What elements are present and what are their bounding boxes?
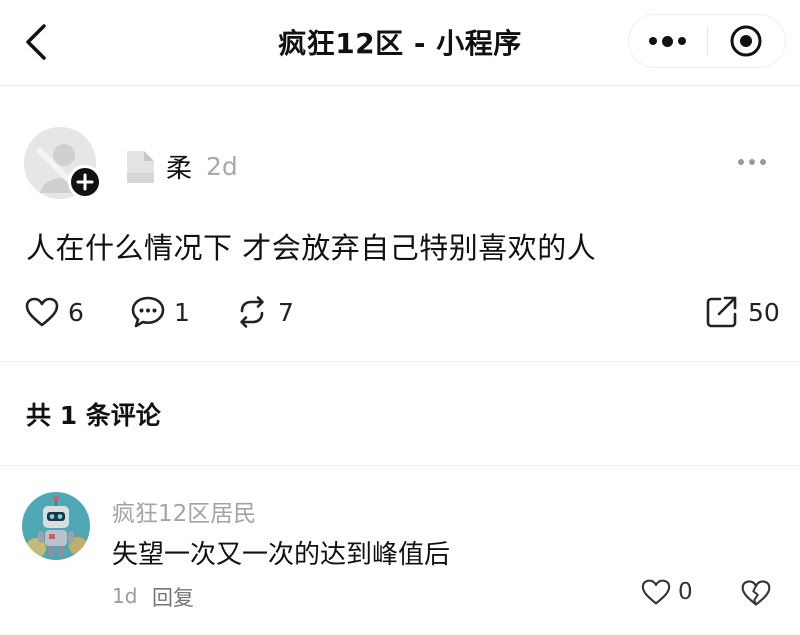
like-count: 6 (68, 297, 84, 327)
follow-plus-icon (76, 173, 94, 191)
broken-heart-icon (741, 580, 771, 606)
more-dots-icon (649, 35, 687, 47)
share-button[interactable]: 50 (704, 292, 780, 332)
post-more-button[interactable] (738, 155, 772, 169)
author-name[interactable]: 柔 (166, 148, 192, 185)
repost-button[interactable]: 7 (234, 292, 294, 332)
comment-time: 1d (112, 584, 138, 608)
comment-count: 1 (174, 297, 190, 327)
comment-button[interactable]: 1 (130, 292, 190, 332)
repost-icon (240, 296, 264, 328)
robot-avatar-image (22, 492, 90, 560)
comment-total: 共 1 条评论 (26, 401, 161, 430)
post-card: 柔 2d 人在什么情况下 才会放弃自己特别喜欢的人 6 1 7 50 (0, 87, 800, 361)
post-time: 2d (206, 151, 238, 181)
author-info: 柔 2d (124, 147, 238, 185)
close-target-icon (730, 25, 762, 57)
like-button[interactable]: 6 (24, 292, 84, 332)
reply-button[interactable]: 回复 (152, 582, 194, 612)
share-count: 50 (748, 297, 780, 327)
post-content: 人在什么情况下 才会放弃自己特别喜欢的人 (26, 231, 597, 265)
divider (0, 465, 800, 466)
commenter-name[interactable]: 疯狂12区居民 (112, 494, 256, 528)
commenter-avatar[interactable] (22, 492, 90, 560)
close-button[interactable] (708, 15, 786, 67)
comment-text: 失望一次又一次的达到峰值后 (112, 540, 451, 570)
comment-icon (131, 296, 165, 328)
miniprogram-capsule (628, 14, 786, 68)
comment-like-button[interactable]: 0 (640, 578, 693, 606)
comment-like-count: 0 (678, 579, 693, 605)
comment-dislike-button[interactable] (740, 578, 772, 612)
document-icon (127, 151, 154, 183)
divider (0, 361, 800, 362)
share-icon (706, 296, 737, 328)
heart-icon (641, 579, 671, 605)
top-navbar: 疯狂12区 - 小程序 (0, 0, 800, 86)
menu-button[interactable] (629, 15, 707, 67)
follow-button[interactable] (68, 165, 102, 199)
heart-icon (25, 297, 59, 327)
author-avatar[interactable] (24, 127, 102, 203)
repost-count: 7 (278, 297, 294, 327)
